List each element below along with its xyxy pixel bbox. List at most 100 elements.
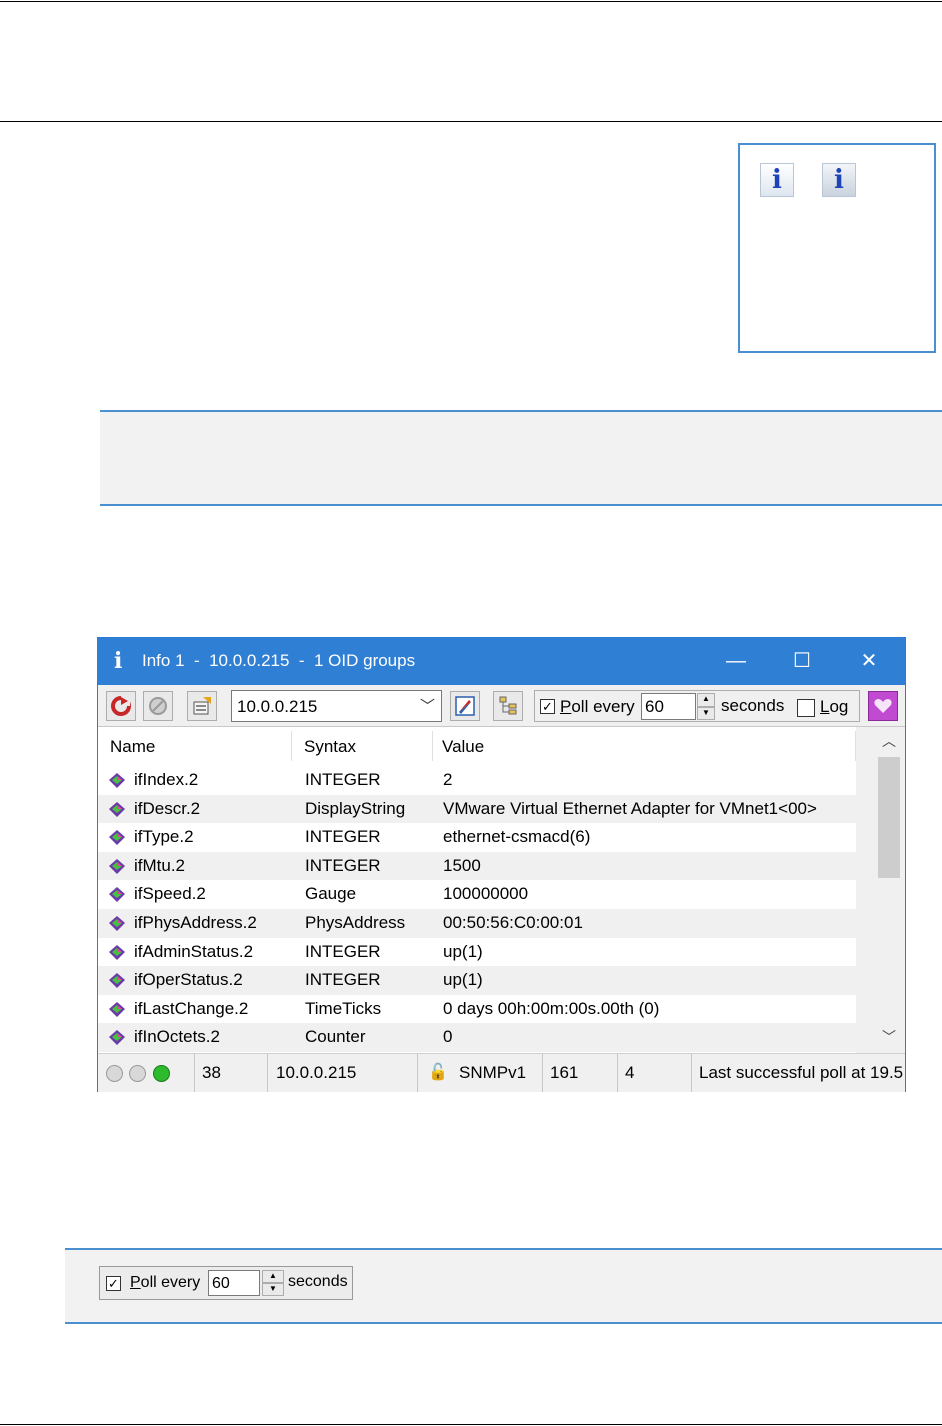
cell-syntax: TimeTicks bbox=[305, 998, 382, 1018]
status-protocol: SNMPv1 bbox=[459, 1063, 527, 1082]
table-row[interactable]: ifAdminStatus.2 INTEGER up(1) bbox=[98, 938, 856, 967]
column-divider[interactable] bbox=[855, 731, 856, 761]
table-row[interactable]: ifOperStatus.2 INTEGER up(1) bbox=[98, 966, 856, 995]
compass-button[interactable] bbox=[450, 691, 480, 721]
title-bar: i Info 1 - 10.0.0.215 - 1 OID groups — ☐… bbox=[98, 638, 905, 685]
favorite-button[interactable] bbox=[868, 691, 898, 721]
cell-syntax: Counter bbox=[305, 1027, 366, 1047]
cell-value: up(1) bbox=[443, 970, 483, 990]
maximize-button[interactable]: ☐ bbox=[769, 638, 835, 685]
info-window: i Info 1 - 10.0.0.215 - 1 OID groups — ☐… bbox=[97, 637, 906, 1092]
oid-group-icon bbox=[109, 887, 125, 903]
poll-label: Poll every bbox=[560, 697, 635, 716]
cell-value: 100000000 bbox=[443, 884, 529, 904]
column-header-name[interactable]: Name bbox=[110, 727, 155, 765]
table-row[interactable]: ifSpeed.2 Gauge 100000000 bbox=[98, 880, 856, 909]
status-protocol-cell: 🔓 SNMPv1 bbox=[418, 1054, 543, 1092]
cell-value: up(1) bbox=[443, 941, 483, 961]
cell-syntax: DisplayString bbox=[305, 798, 406, 818]
status-bar: 38 10.0.0.215 🔓 SNMPv1 161 4 Last succes… bbox=[98, 1053, 905, 1092]
example-interval-down: ▼ bbox=[262, 1283, 284, 1296]
cell-syntax: INTEGER bbox=[305, 970, 381, 990]
column-header-syntax[interactable]: Syntax bbox=[304, 727, 356, 765]
scroll-down-arrow[interactable]: ﹀ bbox=[873, 1027, 905, 1047]
table-row[interactable]: ifPhysAddress.2 PhysAddress 00:50:56:C0:00… bbox=[98, 909, 856, 938]
column-divider[interactable] bbox=[291, 731, 292, 761]
toolbar: 10.0.0.215 ﹀ ✓ Poll every 60 ▲ ▼ seconds… bbox=[98, 685, 905, 727]
table-row[interactable]: ifType.2 INTEGER ethernet-csmacd(6) bbox=[98, 823, 856, 852]
cell-value: 0 days 00h:00m:00s.00th (0) bbox=[443, 998, 660, 1018]
status-light-off bbox=[129, 1065, 146, 1082]
column-header-value[interactable]: Value bbox=[442, 727, 484, 765]
cell-value: ethernet-csmacd(6) bbox=[443, 827, 591, 847]
cell-name: ifType.2 bbox=[134, 827, 194, 847]
status-light-off bbox=[106, 1065, 123, 1082]
table-row[interactable]: ifDescr.2 DisplayString VMware Virtual Eth… bbox=[98, 794, 856, 824]
info-button-box: i i bbox=[738, 143, 936, 353]
table-row[interactable]: ifInOctets.2 Counter 0 bbox=[98, 1023, 856, 1052]
seconds-label: seconds bbox=[721, 696, 785, 715]
footer-rule bbox=[0, 1424, 942, 1425]
refresh-button[interactable] bbox=[106, 691, 136, 721]
chevron-down-icon[interactable]: ﹀ bbox=[420, 695, 435, 716]
oid-group-icon bbox=[109, 1030, 125, 1046]
minimize-button[interactable]: — bbox=[703, 638, 769, 685]
poll-interval-input[interactable]: 60 bbox=[641, 693, 696, 720]
poll-control-example: ✓ Poll every 60 ▲ ▼ seconds bbox=[99, 1266, 353, 1300]
cell-name: ifOperStatus.2 bbox=[134, 970, 243, 990]
info-icon: i bbox=[760, 163, 794, 197]
cell-name: ifMtu.2 bbox=[134, 855, 186, 875]
note-box bbox=[100, 410, 942, 506]
scroll-up-arrow[interactable]: ︿ bbox=[873, 731, 905, 751]
stop-button[interactable] bbox=[143, 691, 173, 721]
table-row[interactable]: ifLastChange.2 TimeTicks 0 days 00h:00m:00… bbox=[98, 995, 856, 1024]
example-interval-input: 60 bbox=[208, 1270, 260, 1296]
status-port: 161 bbox=[543, 1054, 618, 1092]
cell-value: VMware Virtual Ethernet Adapter for VMne… bbox=[443, 798, 817, 818]
log-checkbox[interactable] bbox=[797, 699, 815, 717]
status-light-on bbox=[153, 1065, 170, 1082]
refresh-icon bbox=[111, 696, 131, 716]
poll-interval-up[interactable]: ▲ bbox=[697, 693, 715, 707]
stop-icon bbox=[149, 697, 167, 715]
oid-group-icon bbox=[109, 773, 125, 788]
oid-group-icon bbox=[109, 801, 125, 817]
oid-group-icon bbox=[109, 830, 125, 846]
status-count: 38 bbox=[195, 1054, 268, 1092]
oid-table: Name Syntax Value ifIndex.2 INTEGER 2 ifDes… bbox=[98, 727, 856, 1053]
cell-value: 2 bbox=[443, 770, 453, 789]
info-icon: i bbox=[114, 648, 123, 674]
cell-value: 1500 bbox=[443, 855, 481, 875]
cell-name: ifPhysAddress.2 bbox=[134, 913, 257, 932]
example-interval-up: ▲ bbox=[262, 1270, 284, 1283]
tree-icon bbox=[499, 696, 517, 715]
poll-checkbox[interactable]: ✓ bbox=[540, 699, 555, 714]
status-address: 10.0.0.215 bbox=[268, 1054, 418, 1092]
cell-syntax: Gauge bbox=[305, 884, 357, 904]
table-row[interactable]: ifMtu.2 INTEGER 1500 bbox=[98, 851, 856, 881]
export-button[interactable] bbox=[187, 691, 217, 721]
column-divider[interactable] bbox=[432, 731, 433, 761]
top-rule bbox=[0, 1, 942, 2]
table-row[interactable]: ifIndex.2 INTEGER 2 bbox=[98, 766, 856, 795]
header-rule bbox=[0, 121, 942, 122]
poll-interval-value: 60 bbox=[645, 697, 664, 716]
poll-interval-down[interactable]: ▼ bbox=[697, 707, 715, 720]
status-retries: 4 bbox=[618, 1054, 692, 1092]
cell-syntax: INTEGER bbox=[305, 855, 381, 875]
cell-syntax: INTEGER bbox=[305, 770, 381, 789]
scrollbar-thumb[interactable] bbox=[878, 757, 900, 878]
status-lights bbox=[98, 1054, 195, 1092]
oid-group-icon bbox=[109, 944, 125, 960]
example-interval-value: 60 bbox=[212, 1275, 230, 1292]
oid-group-icon bbox=[109, 973, 125, 989]
mib-tree-button[interactable] bbox=[493, 691, 523, 721]
agent-address-combo[interactable]: 10.0.0.215 ﹀ bbox=[231, 690, 442, 722]
cell-value: 0 bbox=[443, 1027, 453, 1047]
close-button[interactable]: ✕ bbox=[836, 638, 902, 685]
cell-syntax: PhysAddress bbox=[305, 913, 406, 932]
cell-name: ifIndex.2 bbox=[134, 770, 199, 789]
compass-icon bbox=[455, 696, 475, 716]
log-label: Log bbox=[820, 697, 849, 716]
example-seconds-label: seconds bbox=[288, 1273, 348, 1290]
